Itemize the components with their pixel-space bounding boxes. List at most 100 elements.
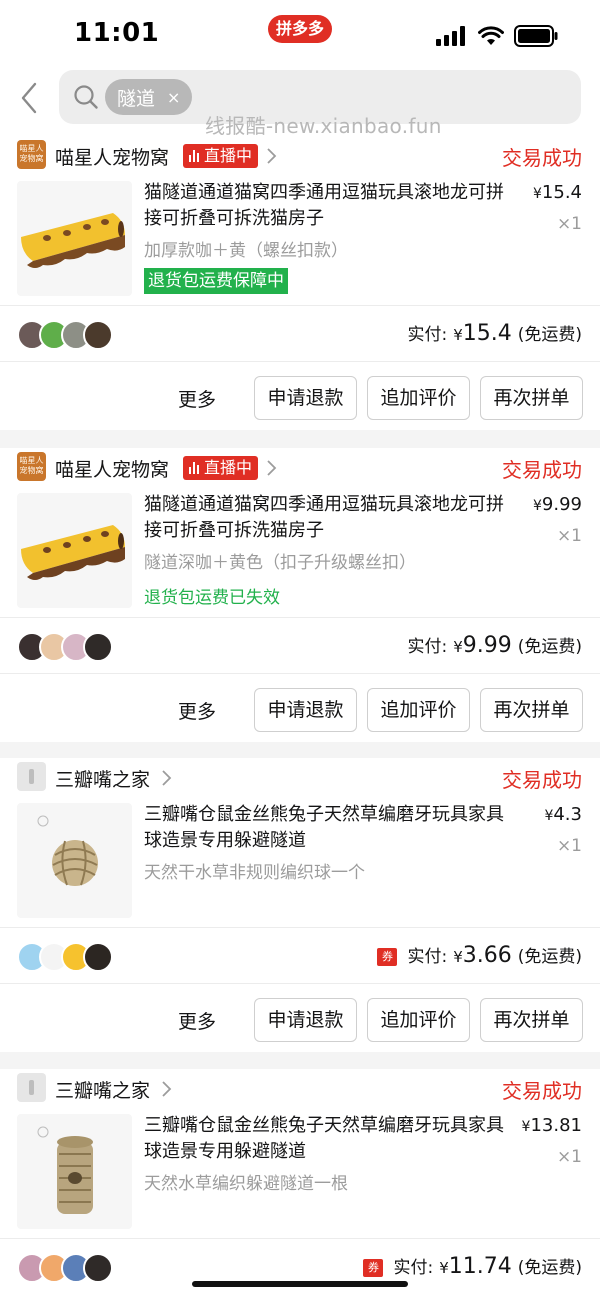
order-actions: 更多 申请退款 追加评价 再次拼单	[0, 998, 600, 1042]
status-time: 11:01	[74, 18, 160, 48]
shop-logo	[17, 1073, 46, 1102]
add-review-button[interactable]: 追加评价	[367, 376, 470, 420]
shop-name[interactable]: 喵星人宠物窝	[55, 143, 169, 170]
product-title[interactable]: 三瓣嘴仓鼠金丝熊兔子天然草编磨牙玩具家具球造景专用躲避隧道	[144, 802, 514, 854]
chevron-right-icon[interactable]	[265, 146, 277, 166]
product-spec: 加厚款咖＋黄（螺丝扣款）	[144, 241, 348, 261]
product-quantity: ×1	[556, 214, 582, 234]
order-status: 交易成功	[502, 146, 582, 170]
order-card[interactable]: 喵星人宠物窝 喵星人宠物窝 直播中 交易成功 猫隧道通道猫窝四季通用逗猫玩具滚地…	[0, 136, 600, 430]
divider	[0, 617, 600, 618]
shipping-note: (免运费)	[517, 325, 582, 345]
shop-row[interactable]: 喵星人宠物窝 喵星人宠物窝 直播中 交易成功	[0, 448, 600, 488]
shipping-note: (免运费)	[517, 637, 582, 657]
search-icon	[74, 85, 98, 109]
shop-row[interactable]: 三瓣嘴之家 交易成功	[0, 758, 600, 798]
avatar	[83, 632, 113, 662]
product-title[interactable]: 三瓣嘴仓鼠金丝熊兔子天然草编磨牙玩具家具球造景专用躲避隧道	[144, 1113, 514, 1165]
more-button[interactable]: 更多	[178, 697, 216, 724]
chevron-right-icon[interactable]	[160, 1079, 172, 1099]
product-image[interactable]	[17, 803, 132, 918]
chevron-left-icon	[21, 82, 37, 114]
return-shipping-status: 退货包运费已失效	[144, 588, 280, 608]
search-keyword: 隧道	[117, 87, 156, 110]
product-price: ¥9.99	[533, 494, 582, 515]
paid-label: 实付:	[407, 947, 448, 967]
product-quantity: ×1	[556, 836, 582, 856]
status-bar: 11:01 拼多多	[0, 0, 600, 64]
shop-logo: 喵星人宠物窝	[17, 452, 46, 481]
paid-label: 实付:	[393, 1258, 434, 1278]
live-badge-label: 直播中	[204, 458, 253, 477]
rebuy-button[interactable]: 再次拼单	[480, 376, 583, 420]
group-avatars[interactable]	[17, 1253, 127, 1283]
add-review-button[interactable]: 追加评价	[367, 998, 470, 1042]
rebuy-button[interactable]: 再次拼单	[480, 998, 583, 1042]
divider	[0, 927, 600, 928]
product-quantity: ×1	[556, 1147, 582, 1167]
order-status: 交易成功	[502, 768, 582, 792]
paid-amount: ¥3.66	[453, 943, 512, 968]
paid-amount: ¥11.74	[439, 1254, 512, 1279]
more-button[interactable]: 更多	[178, 1007, 216, 1034]
group-avatars[interactable]	[17, 632, 127, 662]
paid-amount: ¥9.99	[453, 633, 512, 658]
live-badge[interactable]: 直播中	[183, 456, 259, 480]
shop-row[interactable]: 三瓣嘴之家 交易成功	[0, 1069, 600, 1109]
coupon-badge: 券	[377, 948, 398, 966]
paid-summary: 券 实付: ¥11.74 (免运费)	[363, 1253, 582, 1279]
order-card[interactable]: 三瓣嘴之家 交易成功 三瓣嘴仓鼠金丝熊兔子天然草编磨牙玩具家具球造景专用躲避隧道…	[0, 1069, 600, 1298]
order-card[interactable]: 喵星人宠物窝 喵星人宠物窝 直播中 交易成功 猫隧道通道猫窝四季通用逗猫玩具滚地…	[0, 448, 600, 742]
live-badge[interactable]: 直播中	[183, 144, 259, 168]
cat-tunnel-image	[21, 525, 125, 580]
home-indicator[interactable]	[192, 1281, 408, 1287]
shop-name[interactable]: 三瓣嘴之家	[55, 765, 150, 792]
cat-tunnel-image	[21, 213, 125, 268]
shop-logo: 喵星人宠物窝	[17, 140, 46, 169]
divider	[0, 361, 600, 362]
search-header: 隧道 × 线报酷-new.xianbao.fun	[0, 64, 600, 138]
chevron-right-icon[interactable]	[265, 458, 277, 478]
divider	[0, 1238, 600, 1239]
add-review-button[interactable]: 追加评价	[367, 688, 470, 732]
chip-close-icon[interactable]: ×	[167, 88, 180, 107]
shop-name[interactable]: 三瓣嘴之家	[55, 1076, 150, 1103]
shop-logo	[17, 762, 46, 791]
product-spec: 天然干水草非规则编织球一个	[144, 863, 365, 883]
status-icons	[436, 25, 558, 47]
paid-summary: 实付: ¥9.99 (免运费)	[407, 632, 582, 658]
chevron-right-icon[interactable]	[160, 768, 172, 788]
divider	[0, 983, 600, 984]
rebuy-button[interactable]: 再次拼单	[480, 688, 583, 732]
product-title[interactable]: 猫隧道通道猫窝四季通用逗猫玩具滚地龙可拼接可折叠可拆洗猫房子	[144, 180, 514, 232]
refund-button[interactable]: 申请退款	[254, 998, 357, 1042]
shop-row[interactable]: 喵星人宠物窝 喵星人宠物窝 直播中 交易成功	[0, 136, 600, 176]
refund-button[interactable]: 申请退款	[254, 376, 357, 420]
divider	[0, 673, 600, 674]
order-card[interactable]: 三瓣嘴之家 交易成功 三瓣嘴仓鼠金丝熊兔子天然草编磨牙玩具家具球造景专用躲避隧道…	[0, 758, 600, 1052]
product-price: ¥4.3	[544, 804, 582, 825]
order-status: 交易成功	[502, 1079, 582, 1103]
avatar	[83, 320, 113, 350]
app-badge: 拼多多	[268, 15, 332, 43]
product-image[interactable]	[17, 493, 132, 608]
live-badge-label: 直播中	[204, 146, 253, 165]
live-bars-icon	[189, 150, 199, 162]
shop-name[interactable]: 喵星人宠物窝	[55, 455, 169, 482]
product-spec: 隧道深咖＋黄色（扣子升级螺丝扣）	[144, 553, 416, 573]
search-keyword-chip[interactable]: 隧道 ×	[105, 79, 193, 115]
more-button[interactable]: 更多	[178, 385, 216, 412]
refund-button[interactable]: 申请退款	[254, 688, 357, 732]
order-status: 交易成功	[502, 458, 582, 482]
product-title[interactable]: 猫隧道通道猫窝四季通用逗猫玩具滚地龙可拼接可折叠可拆洗猫房子	[144, 492, 514, 544]
product-image[interactable]	[17, 1114, 132, 1229]
shipping-note: (免运费)	[517, 947, 582, 967]
group-avatars[interactable]	[17, 320, 127, 350]
grass-ball-image	[37, 815, 98, 886]
back-button[interactable]	[14, 80, 44, 116]
group-avatars[interactable]	[17, 942, 127, 972]
wifi-icon	[478, 26, 504, 45]
paid-label: 实付:	[407, 637, 448, 657]
product-image[interactable]	[17, 181, 132, 296]
return-shipping-badge: 退货包运费保障中	[144, 268, 288, 294]
